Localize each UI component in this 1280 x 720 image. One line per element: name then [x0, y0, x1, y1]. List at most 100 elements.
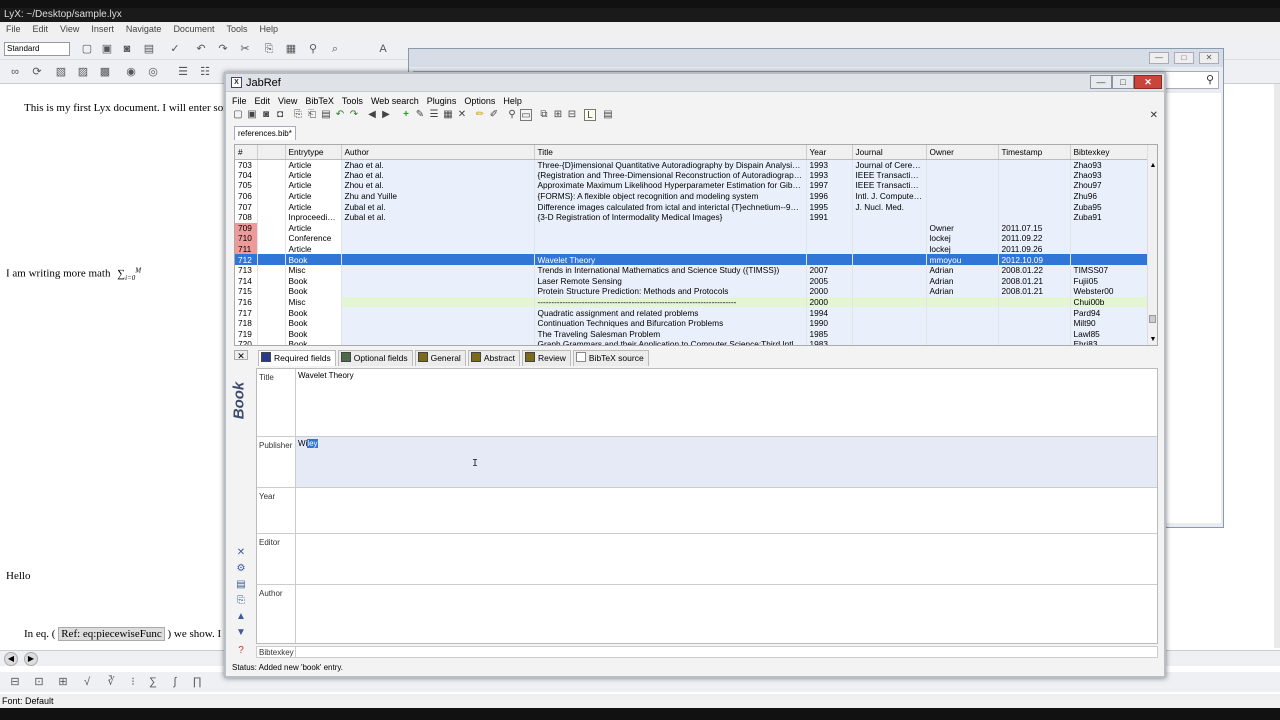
- toggle-groups-icon[interactable]: ▭: [520, 109, 532, 121]
- find-next-icon[interactable]: ▶: [24, 652, 38, 666]
- column-header[interactable]: Timestamp: [998, 145, 1071, 160]
- view-icon[interactable]: ∞: [8, 65, 22, 79]
- search-icon[interactable]: ⚲: [1203, 73, 1217, 87]
- preamble-icon[interactable]: ▦: [442, 109, 454, 121]
- enum-icon[interactable]: ☷: [198, 65, 212, 79]
- bibtexkey-field[interactable]: [295, 647, 1157, 657]
- table-row[interactable]: 717 Book Quadratic assignment and related …: [235, 307, 1148, 318]
- open-icon[interactable]: ▣: [100, 42, 114, 56]
- lyx-menu-navigate[interactable]: Navigate: [120, 22, 168, 36]
- view-pdf-icon[interactable]: ◎: [146, 65, 160, 79]
- open-database-icon[interactable]: ▣: [246, 109, 258, 121]
- copy-icon[interactable]: ⎘: [262, 42, 276, 56]
- list-icon[interactable]: ☰: [176, 65, 190, 79]
- mark-entries-icon[interactable]: ✏: [474, 109, 486, 121]
- find-icon[interactable]: ⚲: [306, 42, 320, 56]
- column-header[interactable]: Year: [806, 145, 853, 160]
- open-pdf-icon[interactable]: ▤: [602, 109, 614, 121]
- table-row[interactable]: 703 Article Zhao et al. Three-{D}imensional…: [235, 159, 1148, 170]
- print-icon[interactable]: ▤: [142, 42, 156, 56]
- tab-bibtex-source[interactable]: BibTeX source: [572, 350, 649, 366]
- undo-icon[interactable]: ↶: [194, 42, 208, 56]
- column-header[interactable]: Author: [341, 145, 535, 160]
- save-icon[interactable]: ◙: [120, 42, 134, 56]
- autolink-icon[interactable]: ⚙: [234, 562, 248, 576]
- math-sum-icon[interactable]: ∑: [146, 675, 160, 689]
- lyx-menu-document[interactable]: Document: [167, 22, 220, 36]
- paste-icon[interactable]: ▤: [320, 109, 332, 121]
- close-button[interactable]: ✕: [1134, 75, 1162, 89]
- table-row[interactable]: 708 Inproceedings Zubal et al. {3-D Registr…: [235, 211, 1148, 223]
- preview2-icon[interactable]: ⊞: [552, 109, 564, 121]
- menu-bibtex[interactable]: BibTeX: [301, 94, 338, 108]
- paragraph-style-select[interactable]: Standard: [4, 42, 70, 56]
- add-entry-icon[interactable]: +: [400, 109, 412, 121]
- help-icon[interactable]: ?: [234, 644, 248, 658]
- close-editor-icon[interactable]: ✕: [234, 350, 248, 361]
- scroll-thumb[interactable]: [1149, 315, 1156, 323]
- spellcheck-icon[interactable]: ✓: [168, 42, 182, 56]
- save-all-icon[interactable]: ◘: [274, 109, 286, 121]
- math-root-icon[interactable]: ∛: [104, 675, 118, 689]
- table-row[interactable]: 714 Book Laser Remote Sensing 2005 Adrian 200…: [235, 275, 1148, 287]
- generate-key-icon[interactable]: ✕: [234, 546, 248, 560]
- new-database-icon[interactable]: ▢: [232, 109, 244, 121]
- table-row[interactable]: 715 Book Protein Structure Prediction: Met…: [235, 286, 1148, 297]
- zoom-icon[interactable]: ⌕: [328, 42, 342, 56]
- table-row[interactable]: 707 Article Zubal et al. Difference images …: [235, 201, 1148, 212]
- table-row[interactable]: 711 Article lockej 2011.09.26: [235, 243, 1148, 255]
- paste-icon[interactable]: ▦: [284, 42, 298, 56]
- reference-inset[interactable]: Ref: eq:piecewiseFunc: [58, 627, 165, 641]
- database-tab[interactable]: references.bib*: [234, 126, 296, 140]
- tab-optional-fields[interactable]: Optional fields: [337, 350, 413, 366]
- lyx-scrollbar[interactable]: [1274, 84, 1280, 648]
- save-database-icon[interactable]: ◙: [260, 109, 272, 121]
- math-matrix-icon[interactable]: ⁝: [126, 675, 140, 689]
- scroll-down-icon[interactable]: ▼: [1148, 335, 1157, 345]
- table-row[interactable]: 719 Book The Traveling Salesman Problem 198…: [235, 328, 1148, 340]
- table-row[interactable]: 705 Article Zhou et al. Approximate Maximum…: [235, 180, 1148, 191]
- math-product-icon[interactable]: ∏: [190, 675, 204, 689]
- new-doc-icon[interactable]: ▢: [80, 42, 94, 56]
- lyx-menu-file[interactable]: File: [0, 22, 27, 36]
- title-field[interactable]: Wavelet Theory: [295, 369, 1157, 436]
- redo-icon[interactable]: ↷: [348, 109, 360, 121]
- close-database-icon[interactable]: ✕: [1150, 110, 1158, 121]
- maximize-button[interactable]: □: [1112, 75, 1134, 89]
- menu-help[interactable]: Help: [499, 94, 526, 108]
- preview3-icon[interactable]: ⊟: [566, 109, 578, 121]
- column-header[interactable]: Entrytype: [285, 145, 342, 160]
- menu-web-search[interactable]: Web search: [367, 94, 423, 108]
- table-row[interactable]: 710 Conference lockej 2011.09.22: [235, 233, 1148, 244]
- scroll-up-icon[interactable]: ▲: [1148, 161, 1157, 171]
- edit-entry-icon[interactable]: ✎: [414, 109, 426, 121]
- column-header[interactable]: [257, 145, 286, 160]
- lyx-menu-insert[interactable]: Insert: [85, 22, 120, 36]
- back-icon[interactable]: ◀: [366, 109, 378, 121]
- export2-icon[interactable]: ▨: [76, 65, 90, 79]
- year-field[interactable]: [295, 488, 1157, 533]
- explorer-close-button[interactable]: ✕: [1199, 52, 1219, 64]
- table-row[interactable]: 704 Article Zhao et al. {Registration and T…: [235, 169, 1148, 181]
- column-header[interactable]: #: [235, 145, 258, 160]
- refresh-icon[interactable]: ⟳: [30, 65, 44, 79]
- cut-icon[interactable]: ⎘: [292, 109, 304, 121]
- tab-required-fields[interactable]: Required fields: [258, 350, 336, 366]
- editor-field[interactable]: [295, 534, 1157, 584]
- tab-abstract[interactable]: Abstract: [467, 350, 521, 366]
- table-row[interactable]: 716 Misc ---------------------------------…: [235, 296, 1148, 308]
- menu-file[interactable]: File: [228, 94, 251, 108]
- column-header[interactable]: Owner: [926, 145, 999, 160]
- lyx-menu-help[interactable]: Help: [253, 22, 284, 36]
- tools-icon[interactable]: ✕: [456, 109, 468, 121]
- menu-plugins[interactable]: Plugins: [423, 94, 461, 108]
- copy-icon[interactable]: ⎗: [306, 109, 318, 121]
- next-entry-icon[interactable]: ▼: [234, 626, 248, 640]
- entry-table[interactable]: # Entrytype Author Title Year Journal Ow…: [234, 144, 1158, 346]
- menu-view[interactable]: View: [274, 94, 301, 108]
- table-row[interactable]: 709 Article Owner 2011.07.15: [235, 222, 1148, 234]
- minimize-button[interactable]: —: [1090, 75, 1112, 89]
- math-inset[interactable]: ∑i=0M: [117, 266, 141, 282]
- copy-key-icon[interactable]: ⎘: [234, 594, 248, 608]
- preview-icon[interactable]: ⧉: [538, 109, 550, 121]
